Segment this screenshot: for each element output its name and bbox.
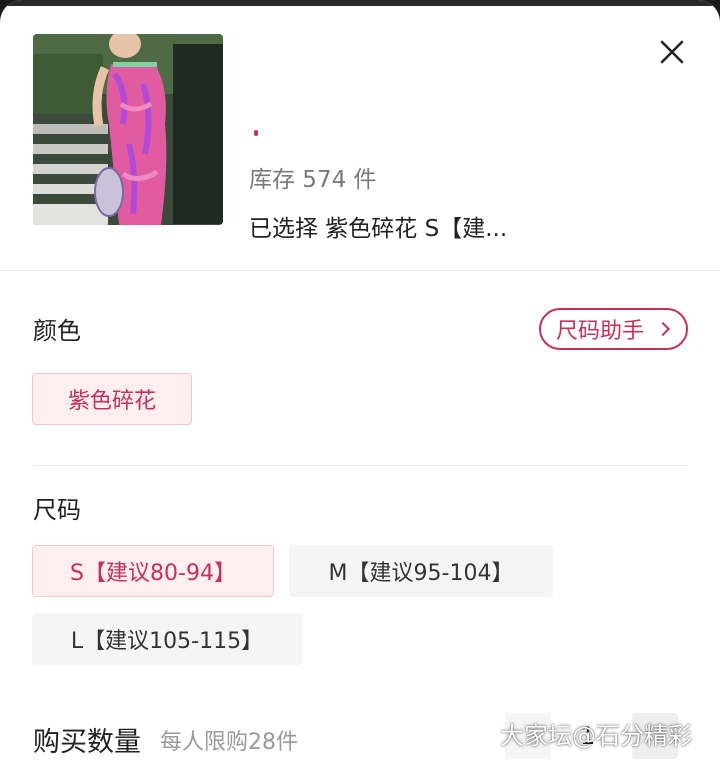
price-marker xyxy=(254,130,258,136)
selected-summary: 已选择 紫色碎花 S【建... xyxy=(249,216,508,242)
quantity-label: 购买数量 xyxy=(33,727,141,758)
color-option-purple-floral[interactable]: 紫色碎花 xyxy=(32,373,192,425)
size-option-s[interactable]: S【建议80-94】 xyxy=(32,545,274,597)
watermark-text: 大家坛@石分精彩 xyxy=(500,722,692,750)
close-button[interactable] xyxy=(652,32,692,72)
section-divider xyxy=(33,465,688,466)
header-divider xyxy=(0,270,720,271)
chevron-right-icon xyxy=(655,321,671,337)
color-section-label: 颜色 xyxy=(33,317,81,345)
size-option-m[interactable]: M【建议95-104】 xyxy=(289,545,553,597)
close-icon xyxy=(660,40,684,64)
size-section-label: 尺码 xyxy=(33,496,81,524)
sku-selector-sheet: 库存 574 件 已选择 紫色碎花 S【建... 颜色 尺码助手 紫色碎花 尺码… xyxy=(0,0,720,762)
stock-text: 库存 574 件 xyxy=(249,167,377,193)
quantity-limit: 每人限购28件 xyxy=(160,730,298,755)
size-option-l[interactable]: L【建议105-115】 xyxy=(32,613,302,665)
product-thumbnail[interactable] xyxy=(33,34,223,225)
backdrop-strip xyxy=(0,0,720,6)
size-helper-label: 尺码助手 xyxy=(556,319,645,344)
size-helper-button[interactable]: 尺码助手 xyxy=(539,308,688,350)
